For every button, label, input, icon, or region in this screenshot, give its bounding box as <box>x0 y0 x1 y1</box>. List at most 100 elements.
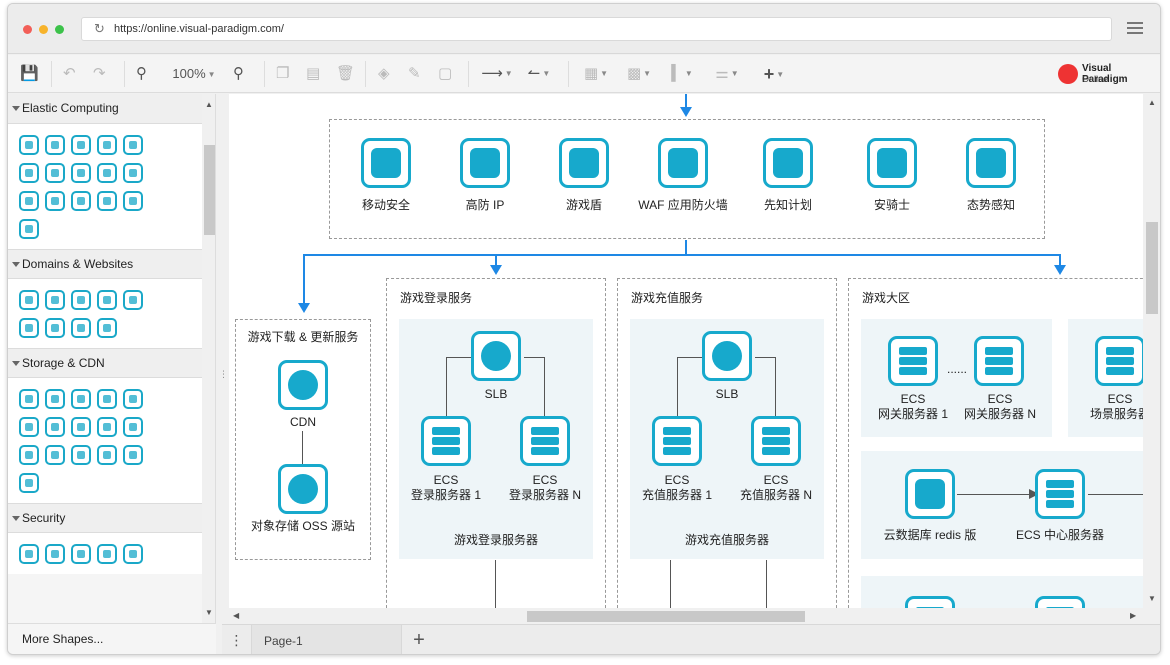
shape-icon[interactable] <box>71 544 91 564</box>
shape-icon[interactable] <box>71 135 91 155</box>
address-bar[interactable]: ↻ https://online.visual-paradigm.com/ <box>81 17 1112 41</box>
arrange-icon[interactable]: ▩ ▼ <box>623 64 655 84</box>
canvas-vertical-scrollbar[interactable]: ▲ ▼ <box>1143 94 1160 608</box>
waypoint-style-icon[interactable]: ↼ ▼ <box>522 64 556 84</box>
zoom-out-icon[interactable]: ⚲ <box>136 64 147 84</box>
shape-icon[interactable] <box>19 163 39 183</box>
shape-icon[interactable] <box>123 417 143 437</box>
panel-resize-handle[interactable]: ⋮ <box>219 369 228 380</box>
center-ecs-icon[interactable] <box>1035 469 1085 519</box>
shape-icon[interactable] <box>19 473 39 493</box>
zoom-in-icon[interactable]: ⚲ <box>233 64 244 84</box>
shape-icon[interactable] <box>97 191 117 211</box>
pay-slb-icon[interactable] <box>702 331 752 381</box>
sidebar-scroll-thumb[interactable] <box>204 145 215 235</box>
shape-icon[interactable] <box>19 135 39 155</box>
shape-icon[interactable] <box>19 290 39 310</box>
save-icon[interactable]: 💾 <box>20 64 39 84</box>
shape-icon[interactable] <box>45 544 65 564</box>
scroll-right-icon[interactable]: ▶ <box>1130 611 1136 620</box>
close-window-button[interactable] <box>23 25 32 34</box>
category-elastic-computing[interactable]: Elastic Computing <box>8 94 215 124</box>
shape-icon[interactable] <box>71 290 91 310</box>
shape-icon[interactable] <box>19 318 39 338</box>
scene-ecs-icon[interactable] <box>1095 336 1143 386</box>
copy-icon[interactable]: ❐ <box>276 64 289 84</box>
shape-icon[interactable] <box>123 544 143 564</box>
xianzhi-plan-icon[interactable] <box>763 138 813 188</box>
mobile-security-icon[interactable] <box>361 138 411 188</box>
shape-icon[interactable] <box>123 389 143 409</box>
minimize-window-button[interactable] <box>39 25 48 34</box>
shape-icon[interactable] <box>71 445 91 465</box>
undo-icon[interactable]: ↶ <box>63 64 76 84</box>
category-security[interactable]: Security <box>8 503 215 533</box>
add-icon[interactable]: + ▼ <box>757 64 791 84</box>
maximize-window-button[interactable] <box>55 25 64 34</box>
delete-icon[interactable]: 🗑 <box>336 64 355 84</box>
vertical-scroll-thumb[interactable] <box>1146 222 1158 314</box>
diagram-canvas[interactable]: 移动安全 高防 IP 游戏盾 WAF 应用防火墙 先知计划 安骑士 态势感知 游… <box>229 94 1143 608</box>
pay-ecs-n-icon[interactable] <box>751 416 801 466</box>
cdn-icon[interactable] <box>278 360 328 410</box>
shape-icon[interactable] <box>97 135 117 155</box>
login-ecs-n-icon[interactable] <box>520 416 570 466</box>
shape-icon[interactable] <box>45 135 65 155</box>
distribute-icon[interactable]: ⚌ ▼ <box>709 64 745 84</box>
line-color-icon[interactable]: ✎ <box>408 64 421 84</box>
shape-icon[interactable] <box>45 445 65 465</box>
shape-icon[interactable] <box>97 417 117 437</box>
add-page-button[interactable]: + <box>406 629 432 653</box>
oss-icon[interactable] <box>278 464 328 514</box>
reload-icon[interactable]: ↻ <box>94 18 105 40</box>
shape-icon[interactable] <box>19 389 39 409</box>
shape-icon[interactable] <box>71 318 91 338</box>
pay-ecs-1-icon[interactable] <box>652 416 702 466</box>
shape-icon[interactable] <box>45 417 65 437</box>
fill-color-icon[interactable]: ◈ <box>378 64 390 84</box>
scroll-up-icon[interactable]: ▲ <box>205 100 213 109</box>
shape-icon[interactable] <box>97 445 117 465</box>
shape-icon[interactable] <box>45 290 65 310</box>
horizontal-scroll-thumb[interactable] <box>527 611 805 622</box>
shape-icon[interactable] <box>123 191 143 211</box>
browser-menu-icon[interactable] <box>1127 22 1143 34</box>
shape-icon[interactable] <box>45 163 65 183</box>
shape-icon[interactable] <box>97 389 117 409</box>
canvas-horizontal-scrollbar[interactable]: ◀ ▶ <box>229 608 1143 624</box>
shape-icon[interactable] <box>71 163 91 183</box>
shape-icon[interactable] <box>45 389 65 409</box>
category-storage-cdn[interactable]: Storage & CDN <box>8 348 215 378</box>
shape-icon[interactable] <box>97 290 117 310</box>
shape-icon[interactable] <box>71 417 91 437</box>
waf-firewall-icon[interactable] <box>658 138 708 188</box>
more-shapes-button[interactable]: More Shapes... <box>8 623 216 654</box>
paste-icon[interactable]: ▤ <box>306 64 320 84</box>
connector-style-icon[interactable]: ⟶ ▼ <box>480 64 514 84</box>
align-icon[interactable]: ▍ ▼ <box>666 64 698 84</box>
login-slb-icon[interactable] <box>471 331 521 381</box>
situation-awareness-icon[interactable] <box>966 138 1016 188</box>
shape-icon[interactable] <box>123 135 143 155</box>
gateway-ecs-n-icon[interactable] <box>974 336 1024 386</box>
shape-icon[interactable] <box>71 191 91 211</box>
shape-icon[interactable] <box>97 163 117 183</box>
gateway-ecs-1-icon[interactable] <box>888 336 938 386</box>
bottom-ecs-icon-2[interactable] <box>1035 596 1085 608</box>
anti-ddos-ip-icon[interactable] <box>460 138 510 188</box>
shape-icon[interactable] <box>123 290 143 310</box>
group-icon[interactable]: ▦ ▼ <box>580 64 612 84</box>
shape-icon[interactable] <box>45 318 65 338</box>
shape-icon[interactable] <box>97 318 117 338</box>
page-menu-icon[interactable]: ⋮ <box>222 625 252 654</box>
sidebar-scrollbar[interactable]: ▲ ▼ <box>202 94 215 623</box>
shape-icon[interactable] <box>45 191 65 211</box>
page-tab[interactable]: Page-1 <box>252 625 402 654</box>
shadow-icon[interactable]: ▢ <box>438 64 452 84</box>
category-domains-websites[interactable]: Domains & Websites <box>8 249 215 279</box>
shape-icon[interactable] <box>97 544 117 564</box>
scroll-up-icon[interactable]: ▲ <box>1148 98 1156 107</box>
scroll-down-icon[interactable]: ▼ <box>1148 594 1156 603</box>
shape-icon[interactable] <box>19 191 39 211</box>
shape-icon[interactable] <box>71 389 91 409</box>
